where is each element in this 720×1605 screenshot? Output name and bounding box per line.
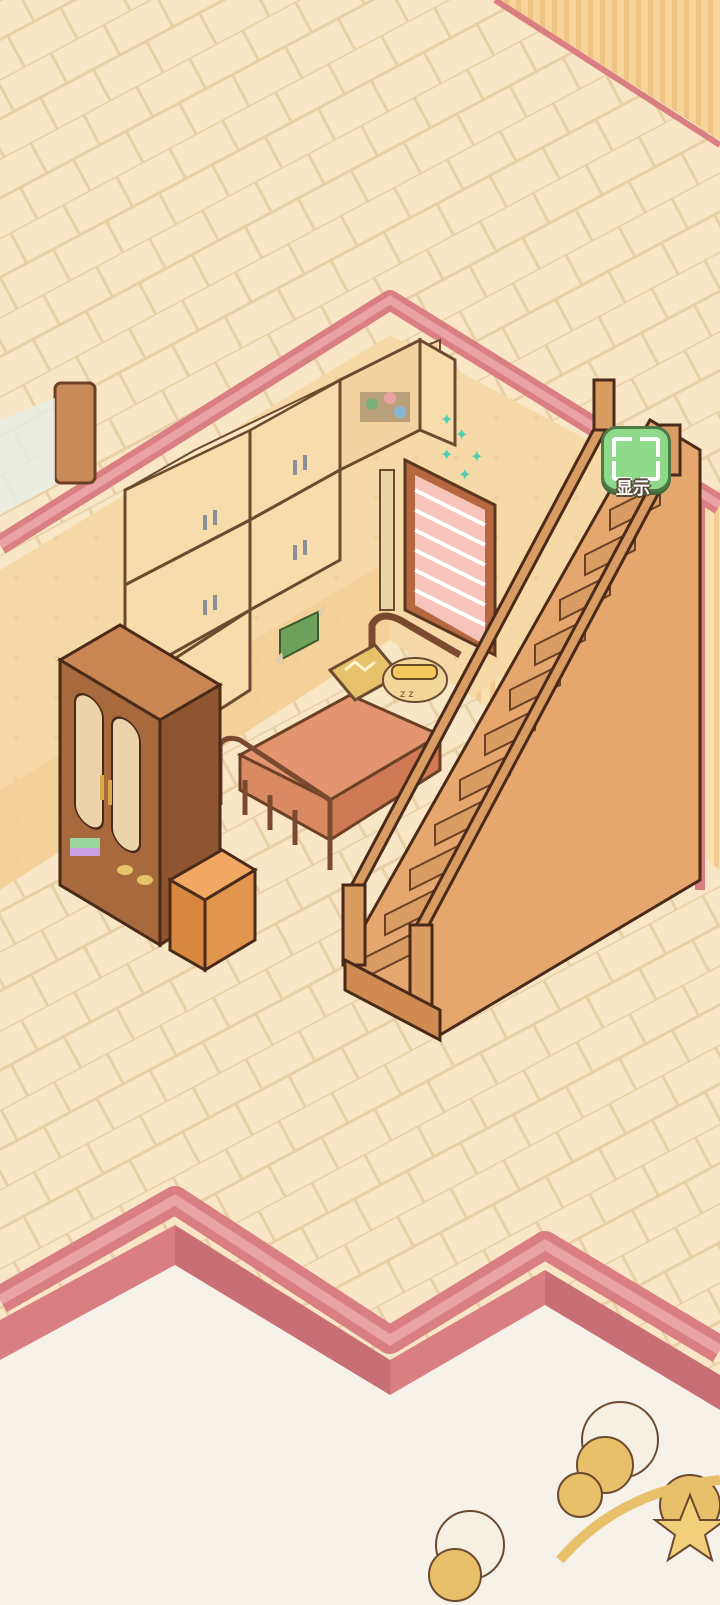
- svg-text:✦: ✦: [458, 465, 471, 484]
- show-button-label: 显示: [616, 479, 650, 499]
- svg-text:✦: ✦: [440, 445, 453, 464]
- wall-lamp: [53, 381, 97, 485]
- svg-text:✦: ✦: [455, 425, 468, 444]
- show-button[interactable]: 显示: [597, 426, 671, 506]
- game-scene: ✧: [0, 0, 720, 1605]
- svg-text:✦: ✦: [440, 410, 453, 429]
- svg-text:✦: ✦: [470, 447, 483, 466]
- svg-text:z z: z z: [400, 689, 414, 700]
